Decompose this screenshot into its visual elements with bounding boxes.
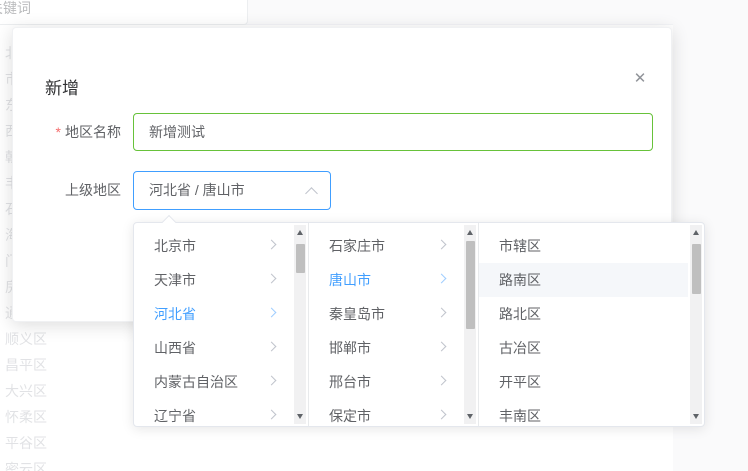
chevron-up-icon [305,187,318,200]
chevron-right-icon [267,240,277,250]
chevron-right-icon [437,410,447,420]
chevron-right-icon [267,274,277,284]
cascader-district-column: 市辖区 路南区 路北区 古冶区 开平区 丰南区 [479,223,704,426]
parent-region-cascader-input[interactable]: 河北省 / 唐山市 [133,171,331,210]
chevron-right-icon [437,308,447,318]
scrollbar[interactable] [294,225,306,424]
region-name-value: 新增测试 [149,124,205,140]
cascader-option[interactable]: 开平区 [479,365,688,399]
cascader-option[interactable]: 内蒙古自治区 [134,365,292,399]
chevron-right-icon [267,376,277,386]
cascader-option[interactable]: 邯郸市 [309,331,462,365]
region-name-input[interactable]: 新增测试 [133,113,653,151]
cascader-dropdown: 北京市 天津市 河北省 山西省 内蒙古自治区 辽宁省 石家庄市 唐山市 秦皇岛市… [133,222,705,427]
required-asterisk: * [56,124,61,140]
cascader-option[interactable]: 北京市 [134,229,292,263]
cascader-option[interactable]: 保定市 [309,399,462,426]
cascader-city-column: 石家庄市 唐山市 秦皇岛市 邯郸市 邢台市 保定市 [309,223,479,426]
close-icon[interactable]: ✕ [629,68,651,90]
cascader-option[interactable]: 石家庄市 [309,229,462,263]
scrollbar-thumb[interactable] [466,241,475,329]
parent-region-value: 河北省 / 唐山市 [149,182,245,198]
scrollbar[interactable] [464,225,476,424]
scroll-down-arrow-icon[interactable] [467,414,473,419]
scroll-down-arrow-icon[interactable] [693,414,699,419]
chevron-right-icon [437,240,447,250]
dialog-title: 新增 [45,74,79,99]
cascader-option[interactable]: 天津市 [134,263,292,297]
scrollbar-thumb[interactable] [296,244,305,273]
chevron-right-icon [437,274,447,284]
chevron-right-icon [267,308,277,318]
cascader-option[interactable]: 市辖区 [479,229,688,263]
cascader-option[interactable]: 丰南区 [479,399,688,426]
cascader-option[interactable]: 邢台市 [309,365,462,399]
cascader-option-hovered[interactable]: 路南区 [479,263,688,297]
cascader-option-selected[interactable]: 河北省 [134,297,292,331]
cascader-option[interactable]: 古冶区 [479,331,688,365]
screen: 关键词 北京市 市辖区 东城区 西城区 朝阳区 丰台区 石景山区 海淀区 门头沟… [0,0,748,471]
scroll-up-arrow-icon[interactable] [297,230,303,235]
region-name-label: *地区名称 [13,113,121,151]
cascader-option[interactable]: 辽宁省 [134,399,292,426]
cascader-province-column: 北京市 天津市 河北省 山西省 内蒙古自治区 辽宁省 [134,223,309,426]
cascader-option[interactable]: 山西省 [134,331,292,365]
cascader-option[interactable]: 路北区 [479,297,688,331]
chevron-right-icon [267,410,277,420]
cascader-option[interactable]: 秦皇岛市 [309,297,462,331]
cascader-option-selected[interactable]: 唐山市 [309,263,462,297]
chevron-right-icon [267,342,277,352]
scroll-up-arrow-icon[interactable] [467,230,473,235]
chevron-right-icon [437,376,447,386]
scroll-up-arrow-icon[interactable] [693,230,699,235]
scrollbar-thumb[interactable] [692,244,701,294]
scrollbar[interactable] [690,225,702,424]
chevron-right-icon [437,342,447,352]
scroll-down-arrow-icon[interactable] [297,414,303,419]
parent-region-label: 上级地区 [13,171,121,209]
